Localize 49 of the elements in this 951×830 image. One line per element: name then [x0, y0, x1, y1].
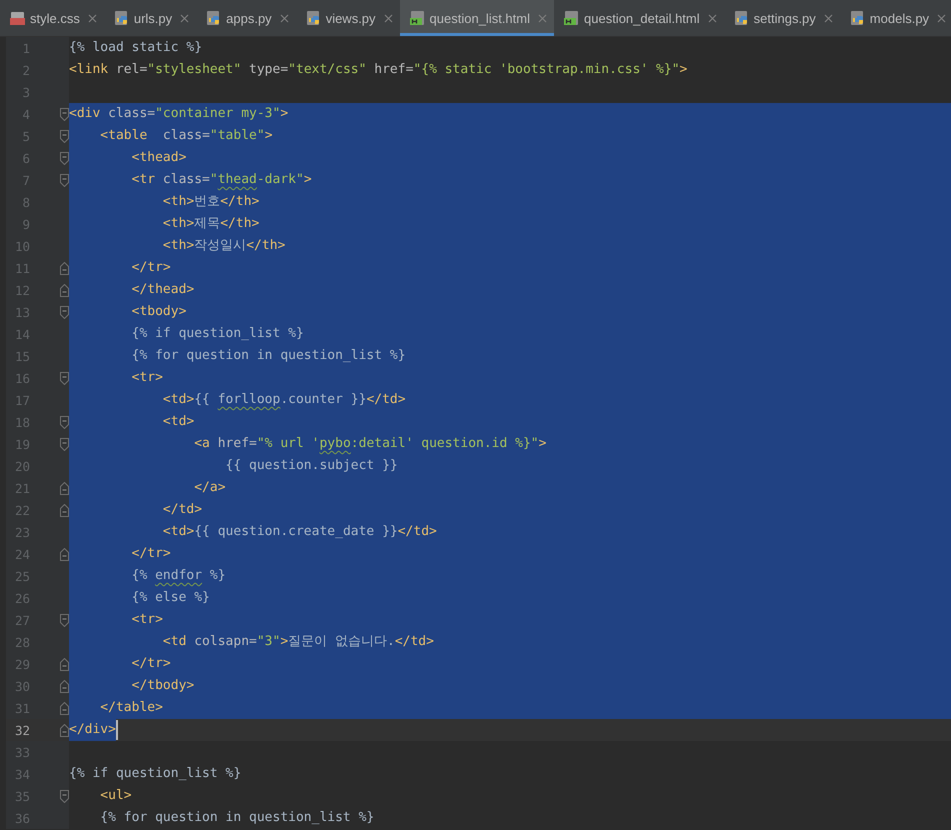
file-tab[interactable]: settings.py [724, 0, 840, 36]
fold-icon[interactable] [60, 482, 68, 494]
fold-icon[interactable] [60, 130, 68, 142]
fold-icon[interactable] [60, 724, 68, 736]
file-tab[interactable]: apps.py [196, 0, 296, 36]
css-file-icon [10, 10, 26, 26]
close-icon[interactable] [180, 14, 190, 22]
python-file-icon [850, 10, 866, 26]
close-icon[interactable] [384, 14, 393, 22]
fold-icon[interactable] [60, 548, 68, 560]
python-file-icon [306, 10, 322, 26]
python-file-icon [114, 10, 130, 26]
fold-icon[interactable] [60, 306, 68, 318]
fold-icon[interactable] [60, 504, 68, 516]
code-line: <link rel="stylesheet" type="text/css" href="{% static 'bootstrap.min.css' %}"> [69, 61, 688, 79]
file-tab[interactable]: question_list.html [400, 0, 554, 36]
fold-icon[interactable] [60, 372, 68, 384]
fold-icon[interactable] [60, 152, 68, 164]
close-icon[interactable] [708, 14, 717, 22]
file-tab[interactable]: style.css [0, 0, 104, 36]
file-tab[interactable]: views.py [296, 0, 400, 36]
fold-icon[interactable] [60, 438, 68, 450]
python-file-icon [734, 10, 750, 26]
line-number: 32 [14, 722, 30, 738]
fold-icon[interactable] [60, 614, 68, 626]
code-line: {% load static %} [69, 39, 204, 57]
fold-icon[interactable] [60, 790, 68, 802]
close-icon[interactable] [88, 14, 97, 22]
code-line: {% for question in question_list %} [99, 809, 376, 827]
fold-icon[interactable] [60, 416, 68, 428]
fold-icon[interactable] [60, 174, 68, 186]
html-file-icon [410, 10, 426, 26]
fold-icon[interactable] [60, 262, 68, 274]
html-file-icon [564, 10, 580, 26]
close-icon[interactable] [824, 14, 833, 22]
file-tab[interactable]: urls.py [104, 0, 196, 36]
code-line: <ul> [99, 787, 133, 805]
fold-icon[interactable] [60, 702, 68, 714]
fold-icon[interactable] [60, 680, 68, 692]
text-cursor [116, 720, 118, 740]
fold-icon[interactable] [60, 284, 68, 296]
close-icon[interactable] [937, 14, 946, 22]
fold-icon[interactable] [60, 108, 68, 120]
file-tab[interactable]: question_detail.html [554, 0, 724, 36]
close-icon[interactable] [538, 14, 547, 22]
fold-icon[interactable] [60, 658, 68, 670]
code-line: {% if question_list %} [69, 765, 242, 783]
file-tab[interactable]: models.py [840, 0, 951, 36]
close-icon[interactable] [280, 14, 289, 22]
